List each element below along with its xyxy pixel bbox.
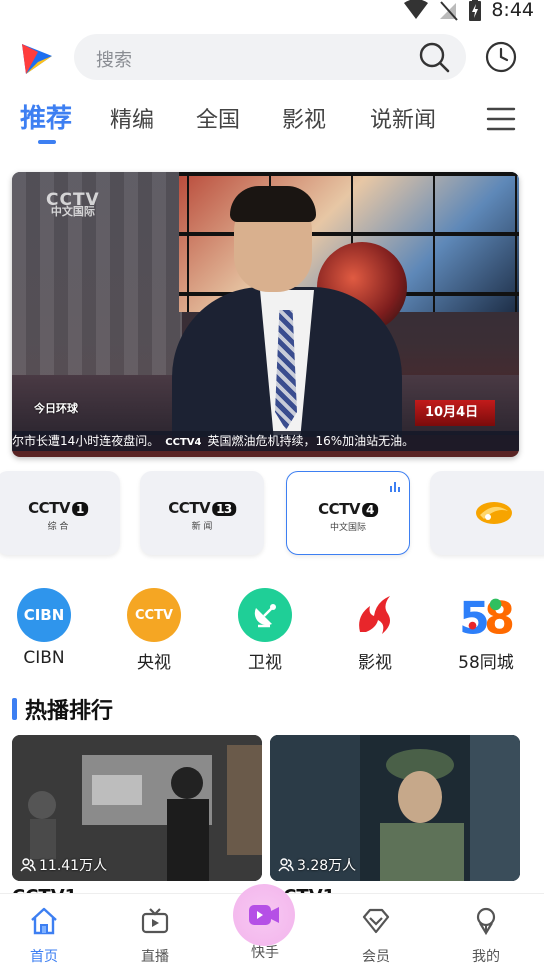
hero-video-player[interactable]: CCTV 中文国际 今日环球 10月4日 尔市长遭14小时连夜盘问。 CCTV4 英…	[12, 172, 519, 457]
category-label: 影视	[358, 653, 392, 673]
news-ticker: 尔市长遭14小时连夜盘问。 CCTV4 英国燃油危机持续，16%加油站无油。	[12, 431, 519, 451]
category-film[interactable]: 影视	[335, 588, 415, 673]
channel-carousel: CCTV 1 综 合 CCTV 13 新 闻 CCTV 4 中文国际	[0, 471, 544, 557]
tv-icon	[141, 908, 169, 934]
nav-kuaishou[interactable]: 快手	[225, 884, 305, 962]
bottom-navigation: 首页 直播 快手 会员 我的	[0, 884, 544, 966]
history-clock-icon[interactable]	[484, 40, 518, 74]
category-58tongcheng[interactable]: 58 58同城	[446, 588, 526, 673]
tab-film-tv[interactable]: 影视	[282, 102, 326, 134]
channel-logo: CCTV 13	[168, 499, 236, 517]
profile-icon	[476, 907, 496, 936]
category-satellite[interactable]: 卫视	[225, 588, 305, 673]
menu-icon[interactable]	[486, 106, 516, 132]
nav-label: 我的	[472, 949, 500, 965]
nav-label: 会员	[362, 949, 390, 965]
video-camera-icon	[249, 905, 279, 925]
category-label: 卫视	[248, 653, 282, 673]
ticker-text-left: 尔市长遭14小时连夜盘问。	[12, 434, 160, 448]
diamond-icon	[362, 908, 390, 934]
channel-logo: CCTV 1	[28, 499, 88, 517]
view-count-text: 11.41万人	[39, 858, 108, 874]
people-icon	[20, 858, 36, 872]
channel-logo: CCTV 4	[318, 500, 378, 518]
channel-watermark: CCTV 中文国际	[46, 190, 100, 218]
hunan-tv-logo-icon	[476, 502, 512, 524]
nav-label: 直播	[141, 949, 169, 965]
date-badge: 10月4日	[415, 400, 495, 426]
home-icon	[31, 907, 57, 935]
app-logo-icon[interactable]	[18, 38, 58, 78]
anchor-hair	[230, 186, 316, 222]
view-count-text: 3.28万人	[297, 858, 357, 874]
category-cibn[interactable]: CIBN CIBN	[4, 588, 84, 668]
flame-icon	[348, 588, 402, 642]
nav-label: 首页	[30, 949, 58, 965]
channel-card-hunan[interactable]	[430, 471, 544, 555]
cibn-icon: CIBN	[17, 588, 71, 642]
nav-vip[interactable]: 会员	[336, 906, 416, 966]
ranking-card[interactable]: 3.28万人	[270, 735, 520, 881]
search-icon[interactable]	[418, 41, 450, 73]
tab-national[interactable]: 全国	[196, 102, 240, 134]
channel-card-cctv1[interactable]: CCTV 1 综 合	[0, 471, 120, 555]
satellite-dish-icon	[238, 588, 292, 642]
wifi-icon	[404, 0, 429, 19]
channel-subtitle: 新 闻	[191, 522, 213, 532]
nav-profile[interactable]: 我的	[446, 906, 526, 966]
category-shortcuts: CIBN CIBN CCTV 央视 卫视 影视 58 58同城	[0, 588, 544, 673]
active-tab-indicator	[38, 140, 56, 144]
people-icon	[278, 858, 294, 872]
playing-bars-icon	[390, 482, 400, 492]
battery-charging-icon	[469, 0, 482, 21]
search-bar[interactable]: 搜索	[74, 34, 466, 80]
view-count: 11.41万人	[20, 855, 107, 875]
nav-home[interactable]: 首页	[4, 906, 84, 966]
tab-curated[interactable]: 精编	[110, 102, 154, 134]
status-bar: 8:44	[0, 0, 544, 22]
58-logo-icon: 58	[459, 588, 513, 642]
ticker-channel-logo: CCTV4	[165, 437, 202, 448]
channel-subtitle: 综 合	[47, 522, 69, 532]
cctv-icon: CCTV	[127, 588, 181, 642]
category-cctv[interactable]: CCTV 央视	[114, 588, 194, 673]
header: 搜索	[0, 30, 544, 86]
search-placeholder: 搜索	[96, 50, 132, 71]
channel-subtitle: 中文国际	[329, 523, 367, 533]
tab-talk-news[interactable]: 说新闻	[370, 102, 436, 134]
view-count: 3.28万人	[278, 855, 356, 875]
section-header-hot-ranking: 热播排行	[12, 694, 113, 724]
show-logo: 今日环球	[34, 402, 78, 415]
kuaishou-button[interactable]	[233, 884, 295, 946]
category-tabs: 推荐 精编 全国 影视 说新闻	[0, 96, 544, 150]
channel-card-cctv13[interactable]: CCTV 13 新 闻	[140, 471, 264, 555]
category-label: 58同城	[458, 653, 514, 673]
section-title: 热播排行	[25, 699, 114, 724]
status-time: 8:44	[491, 0, 534, 21]
channel-card-cctv4[interactable]: CCTV 4 中文国际	[286, 471, 410, 555]
tab-recommend[interactable]: 推荐	[20, 98, 72, 135]
section-accent-bar	[12, 698, 17, 720]
category-label: CIBN	[23, 648, 65, 668]
ticker-text-right: 英国燃油危机持续，16%加油站无油。	[207, 434, 415, 448]
nav-live[interactable]: 直播	[115, 906, 195, 966]
no-signal-icon	[440, 1, 459, 21]
category-label: 央视	[137, 653, 171, 673]
ranking-card[interactable]: 11.41万人	[12, 735, 262, 881]
